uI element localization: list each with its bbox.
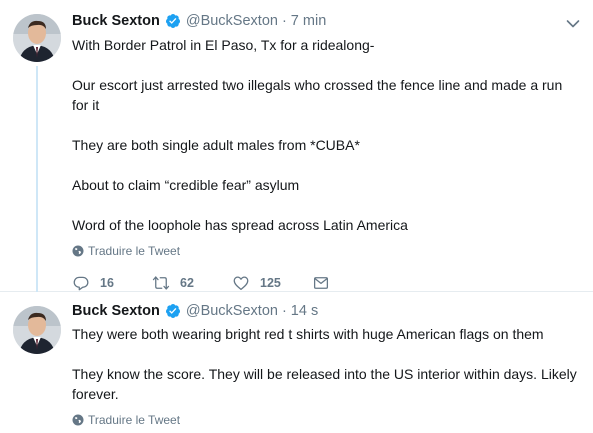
retweet-count: 62	[180, 276, 194, 290]
translate-link[interactable]: Traduire le Tweet	[72, 412, 180, 428]
author-name[interactable]: Buck Sexton	[72, 303, 160, 319]
translate-label[interactable]: Traduire le Tweet	[88, 244, 180, 258]
tweet-paragraph: They were both wearing bright red t shir…	[72, 326, 544, 342]
tweet-paragraph: They are both single adult males from *C…	[72, 137, 360, 153]
direct-message-button[interactable]	[312, 274, 330, 292]
chevron-down-icon[interactable]	[565, 16, 581, 32]
tweet[interactable]: Buck Sexton @BuckSexton · 14 s They were…	[0, 293, 593, 433]
reply-button[interactable]: 16	[72, 274, 152, 292]
tweet-text: With Border Patrol in El Paso, Tx for a …	[72, 35, 580, 235]
retweet-icon	[152, 276, 170, 290]
author-name[interactable]: Buck Sexton	[72, 13, 160, 29]
tweet-text: They were both wearing bright red t shir…	[72, 324, 580, 404]
globe-icon	[72, 414, 84, 426]
timestamp[interactable]: 14 s	[291, 303, 318, 319]
heart-icon	[233, 276, 249, 291]
envelope-icon	[313, 277, 329, 289]
separator-dot: ·	[281, 303, 287, 319]
separator-dot: ·	[281, 13, 287, 29]
like-count: 125	[260, 276, 281, 290]
globe-icon	[72, 245, 84, 257]
thread-connector	[36, 66, 38, 292]
avatar-photo	[13, 306, 61, 354]
timeline: Buck Sexton @BuckSexton · 7 min With Bor…	[0, 0, 593, 433]
verified-badge-icon	[165, 14, 180, 28]
timestamp[interactable]: 7 min	[291, 13, 326, 29]
like-button[interactable]: 125	[232, 274, 312, 292]
tweet-paragraph: About to claim “credible fear” asylum	[72, 177, 300, 193]
author-handle[interactable]: @BuckSexton	[186, 13, 278, 29]
reply-count: 16	[100, 276, 114, 290]
avatar[interactable]	[13, 306, 61, 354]
tweet-header: Buck Sexton @BuckSexton · 14 s	[72, 301, 318, 321]
reply-icon	[73, 276, 89, 291]
avatar[interactable]	[13, 14, 61, 62]
author-handle[interactable]: @BuckSexton	[186, 303, 278, 319]
tweet[interactable]: Buck Sexton @BuckSexton · 7 min With Bor…	[0, 0, 593, 292]
verified-badge-icon	[165, 304, 180, 318]
avatar-photo	[13, 14, 61, 62]
tweet-paragraph: With Border Patrol in El Paso, Tx for a …	[72, 37, 375, 53]
translate-label[interactable]: Traduire le Tweet	[88, 413, 180, 427]
tweet-paragraph: They know the score. They will be releas…	[72, 366, 577, 402]
tweet-header: Buck Sexton @BuckSexton · 7 min	[72, 11, 326, 31]
retweet-button[interactable]: 62	[152, 274, 232, 292]
tweet-actions: 16 62 125	[72, 273, 330, 293]
translate-link[interactable]: Traduire le Tweet	[72, 243, 180, 259]
tweet-paragraph: Word of the loophole has spread across L…	[72, 217, 408, 233]
tweet-paragraph: Our escort just arrested two illegals wh…	[72, 77, 563, 113]
